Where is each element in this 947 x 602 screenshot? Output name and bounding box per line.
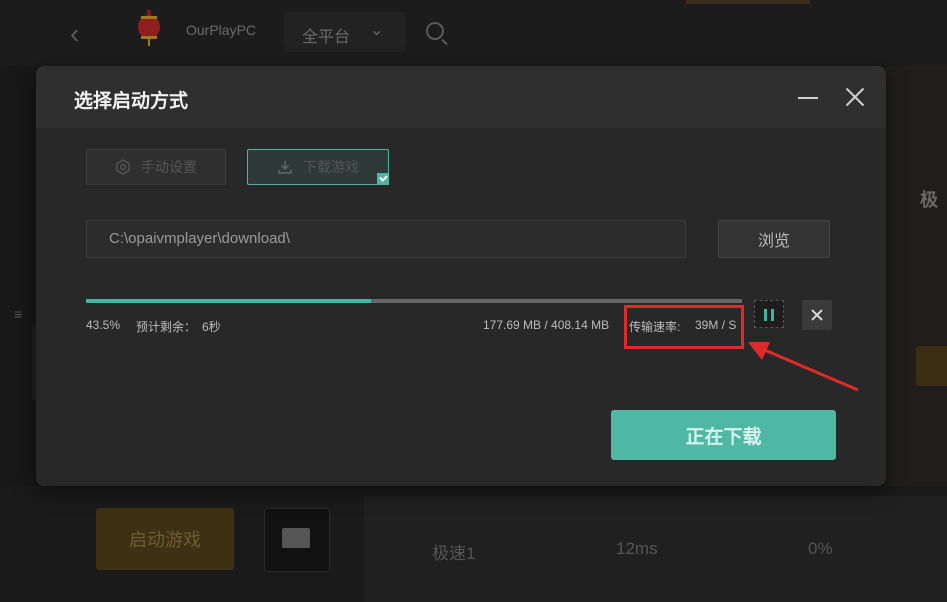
- download-icon: [278, 161, 292, 174]
- pause-icon: [764, 309, 767, 321]
- pause-download-button[interactable]: [754, 300, 784, 328]
- stat-loss: 0%: [808, 539, 833, 558]
- transfer-rate-highlight: [624, 305, 744, 349]
- manual-setup-label: 手动设置: [141, 159, 197, 175]
- launch-method-dialog: 选择启动方式 手动设置 下载游戏 C:\opaivmplayer\downloa…: [36, 66, 886, 486]
- right-panel-text: 极: [920, 190, 938, 210]
- platform-dropdown-label: 全平台: [302, 29, 351, 46]
- lantern-logo-icon: [138, 10, 160, 46]
- stat-latency: 12ms: [616, 539, 658, 558]
- chevron-down-icon: ⌄: [370, 22, 384, 39]
- folder-icon: [282, 528, 310, 548]
- download-progress-fill: [86, 299, 372, 303]
- download-path-input[interactable]: C:\opaivmplayer\download\: [86, 220, 686, 258]
- download-size: 177.69 MB / 408.14 MB: [483, 318, 610, 332]
- download-game-option[interactable]: 下载游戏: [247, 149, 389, 185]
- app-name: OurPlayPC: [186, 22, 257, 38]
- checkmark-icon: [377, 173, 389, 185]
- minimize-icon: [798, 97, 818, 99]
- right-panel-button[interactable]: [916, 346, 947, 386]
- search-icon[interactable]: [426, 22, 444, 40]
- time-remaining-value: 6秒: [202, 320, 221, 334]
- left-side-icon: ≡: [14, 306, 23, 322]
- annotation-arrow: [748, 342, 859, 392]
- browse-button[interactable]: 浏览: [718, 220, 830, 258]
- pause-icon-bar: [771, 309, 774, 321]
- right-panel: [886, 66, 947, 496]
- top-accent-box: [686, 0, 810, 4]
- progress-percent: 43.5%: [86, 318, 121, 332]
- back-icon[interactable]: ‹: [70, 18, 79, 50]
- cancel-download-button[interactable]: [802, 300, 832, 330]
- download-progress-bar: [86, 299, 742, 303]
- manual-setup-option[interactable]: 手动设置: [86, 149, 226, 185]
- downloading-button[interactable]: 正在下载: [611, 410, 836, 460]
- download-game-label: 下载游戏: [303, 159, 359, 175]
- launch-game-button[interactable]: 启动游戏: [96, 508, 234, 570]
- time-remaining-label: 预计剩余：: [136, 320, 197, 334]
- dialog-title: 选择启动方式: [74, 91, 189, 112]
- settings-hex-icon: [116, 159, 130, 175]
- close-dialog-button[interactable]: [842, 84, 868, 110]
- minimize-button[interactable]: [796, 84, 822, 110]
- stat-speed-line: 极速1: [432, 544, 476, 563]
